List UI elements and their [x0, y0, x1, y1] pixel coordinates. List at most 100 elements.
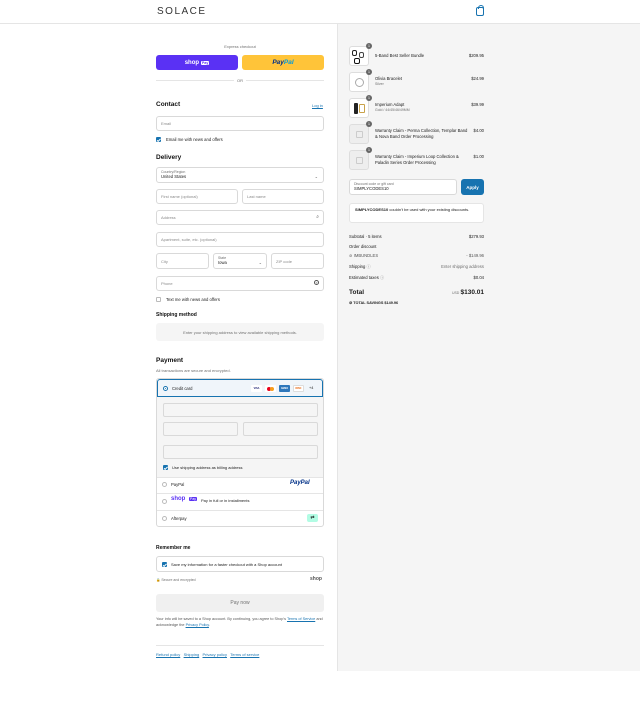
pay-now-button[interactable]: Pay now — [156, 594, 324, 612]
shop-logo: shop — [310, 576, 322, 582]
news-checkbox[interactable] — [156, 137, 161, 142]
apply-button[interactable]: Apply — [461, 179, 484, 195]
shipping-link[interactable]: Shipping — [184, 652, 200, 657]
mastercard-icon — [265, 385, 276, 392]
billing-same-checkbox[interactable] — [163, 465, 168, 470]
shipping-method-title: Shipping method — [156, 312, 197, 318]
name-on-card-field[interactable] — [163, 445, 318, 459]
discount-code-row: ⊘ IMBUNDLES - $149.96 — [349, 253, 484, 258]
item-price: $1.00 — [473, 154, 484, 159]
zip-field[interactable]: ZIP code — [271, 253, 324, 269]
divider — [246, 80, 324, 81]
expiry-field[interactable] — [163, 422, 238, 436]
item-price: $39.99 — [471, 102, 484, 107]
item-variant: Gold / 44/45/46/49MM — [375, 108, 410, 112]
afterpay-option[interactable]: Afterpay ⇄ — [157, 510, 323, 527]
paypal-logo-a: Pay — [272, 59, 284, 66]
phone-placeholder: Phone — [161, 281, 173, 286]
footer-links: Refund policy Shipping Privacy policy Te… — [156, 652, 259, 657]
terms-link[interactable]: Terms of Service — [287, 617, 315, 621]
city-field[interactable]: City — [156, 253, 209, 269]
paypal-label: PayPal — [171, 482, 185, 487]
address-field[interactable]: Address ⌕ — [156, 210, 324, 225]
first-name-field[interactable]: First name (optional) — [156, 189, 238, 204]
privacy-policy-link[interactable]: Privacy policy — [203, 652, 227, 657]
product-thumbnail — [349, 124, 369, 144]
subtotal-row: Subtotal · 5 items $279.93 — [349, 234, 484, 239]
remember-box: Save my information for a faster checkou… — [156, 556, 324, 572]
afterpay-radio[interactable] — [162, 516, 167, 521]
legal-text: Your info will be saved to a Shop accoun… — [156, 617, 324, 628]
shipping-placeholder: Enter your shipping address to view avai… — [156, 323, 324, 341]
quantity-badge: 1 — [366, 95, 372, 101]
shop-pay-button[interactable]: shop Pay — [156, 55, 238, 70]
bag-icon[interactable] — [476, 5, 484, 16]
security-code-field[interactable] — [243, 422, 318, 436]
order-summary-panel — [337, 24, 640, 671]
last-name-field[interactable]: Last name — [242, 189, 324, 204]
terms-of-service-link[interactable]: Terms of service — [230, 652, 259, 657]
paypal-logo-b: Pal — [283, 59, 294, 66]
email-placeholder: Email — [161, 121, 172, 126]
image-placeholder-icon — [356, 157, 363, 164]
payment-methods: Credit card VISA AMEX DISC +4 Use shippi… — [156, 378, 324, 527]
shop-pay-logo: shop — [184, 59, 200, 66]
search-icon: ⌕ — [316, 214, 319, 220]
help-icon[interactable]: ? — [314, 280, 319, 285]
shop-pay-badge: Pay — [189, 497, 198, 501]
discover-icon: DISC — [293, 385, 304, 392]
credit-card-label: Credit card — [172, 386, 193, 391]
city-placeholder: City — [161, 258, 168, 264]
apartment-placeholder: Apartment, suite, etc. (optional) — [161, 237, 217, 242]
shop-pay-option[interactable]: shop Pay Pay in full or in installments — [157, 493, 323, 510]
delivery-title: Delivery — [156, 154, 182, 161]
text-news-checkbox[interactable] — [156, 297, 161, 302]
refund-policy-link[interactable]: Refund policy — [156, 652, 180, 657]
shipping-value: Enter shipping address — [441, 264, 484, 269]
taxes-row: Estimated taxes ⓘ $0.04 — [349, 275, 484, 281]
email-field[interactable]: Email — [156, 116, 324, 131]
discount-field[interactable]: Discount code or gift card SIMPLYCODES10 — [349, 179, 457, 195]
tag-icon: ⊘ — [349, 253, 353, 258]
credit-card-radio[interactable] — [163, 386, 168, 391]
total-row: Total USD $130.01 — [349, 289, 484, 296]
legal-dot: . — [208, 622, 210, 627]
item-name: Imperium Adapt — [375, 102, 405, 107]
currency-code: USD — [451, 291, 460, 295]
divider — [156, 645, 324, 646]
afterpay-label: Afterpay — [171, 516, 187, 521]
card-number-field[interactable] — [163, 403, 318, 417]
paypal-radio[interactable] — [162, 482, 167, 487]
subtotal-value: $279.93 — [468, 234, 484, 239]
paypal-option[interactable]: PayPal PayPal — [157, 477, 323, 493]
total-value: $130.01 — [460, 289, 485, 296]
payment-title: Payment — [156, 357, 184, 364]
paypal-button[interactable]: Pay Pal — [242, 55, 324, 70]
subtotal-label: Subtotal · 5 items — [349, 234, 382, 239]
apartment-field[interactable]: Apartment, suite, etc. (optional) — [156, 232, 324, 247]
savings-label: TOTAL SAVINGS — [353, 301, 384, 305]
state-select[interactable]: State Iowa ⌄ — [213, 253, 267, 269]
or-divider: OR — [237, 78, 243, 83]
country-value: United States — [161, 174, 187, 179]
credit-card-option[interactable]: Credit card VISA AMEX DISC +4 — [157, 379, 323, 397]
country-select[interactable]: Country/Region United States ⌄ — [156, 167, 324, 183]
help-icon[interactable]: ⓘ — [380, 275, 384, 280]
phone-field[interactable]: Phone ? — [156, 276, 324, 291]
product-thumbnail — [349, 150, 369, 170]
quantity-badge: 1 — [366, 43, 372, 49]
quantity-badge: 1 — [366, 69, 372, 75]
discount-value: SIMPLYCODES10 — [354, 186, 389, 191]
save-info-checkbox[interactable] — [162, 562, 167, 567]
shop-pay-radio[interactable] — [162, 499, 167, 504]
payment-subtitle: All transactions are secure and encrypte… — [156, 368, 231, 373]
store-logo[interactable]: SOLACE — [157, 6, 207, 17]
privacy-link[interactable]: Privacy Policy — [186, 623, 209, 627]
shipping-label: Shipping — [349, 264, 366, 269]
shop-pay-text: Pay in full or in installments — [201, 498, 250, 503]
order-discount-label: Order discount — [349, 244, 377, 249]
help-icon[interactable]: ⓘ — [366, 264, 370, 269]
quantity-badge: 1 — [366, 147, 372, 153]
billing-same-label: Use shipping address as billing address — [172, 465, 243, 470]
login-link[interactable]: Log in — [312, 103, 323, 108]
